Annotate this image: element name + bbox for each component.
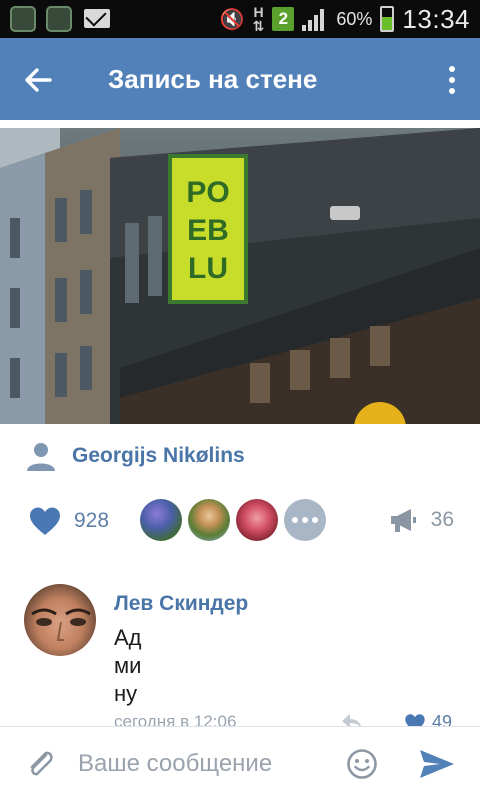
network-type-indicator: H ⇅ [252,4,265,34]
battery-percent: 60% [336,8,373,29]
battery-level [382,16,393,30]
post-actions: 928 36 [0,496,480,544]
sign-text-line: PO [186,176,229,209]
arrow-back-icon [25,68,52,92]
battery-icon [380,6,395,32]
sign-text-line: EB [187,214,229,247]
like-button[interactable]: 928 [28,506,109,536]
liker-avatar[interactable] [188,499,230,541]
commenter-avatar[interactable] [24,584,96,656]
repost-button[interactable]: 36 [389,506,454,534]
status-bar: 🔇 H ⇅ 2 60% 13:34 [0,0,480,38]
comment-text: Ад ми ну [114,624,174,708]
photo-illustration: PO EB LU [0,128,480,424]
comment-text-line: ну [114,681,138,706]
app-notification-icon [10,6,36,32]
more-horiz-icon [292,517,298,523]
commenter-name[interactable]: Лев Скиндер [114,592,248,616]
comment-like-button[interactable]: 49 [404,712,452,726]
app-toolbar: Запись на стене [0,38,480,120]
like-count: 928 [74,509,110,532]
author-name: Georgijs Nikølins [72,444,245,467]
sim-badge: 2 [272,7,295,31]
mute-icon: 🔇 [219,8,245,31]
repost-count: 36 [430,508,454,531]
back-button[interactable] [16,58,60,102]
send-icon[interactable] [418,747,456,781]
mail-icon [84,9,110,28]
app-notification-icon [46,6,72,32]
liker-avatar[interactable] [140,499,182,541]
comment-like-count: 49 [432,712,453,726]
comment: Лев Скиндер Ад ми ну сегодня в 12:06 49 [0,584,480,726]
message-composer [0,726,480,800]
post-author[interactable]: Georgijs Nikølins [24,440,245,472]
sign-text-line: LU [188,252,228,285]
paperclip-icon[interactable] [24,747,58,781]
comment-text-line: ми [114,653,142,678]
more-likers-button[interactable] [284,499,326,541]
comment-text-line: Ад [114,625,142,650]
post-photo[interactable]: PO EB LU [0,128,480,424]
signal-icon [302,7,328,31]
clock: 13:34 [402,3,470,34]
heart-icon [30,507,60,535]
comment-timestamp: сегодня в 12:06 [114,712,237,726]
message-input[interactable] [78,743,328,785]
liker-avatar[interactable] [236,499,278,541]
more-options-button[interactable] [442,58,462,102]
face-photo [31,608,91,641]
megaphone-icon [390,509,416,532]
person-icon [27,443,55,471]
page-title: Запись на стене [108,64,318,94]
more-vert-icon [449,66,455,72]
emoji-icon[interactable] [346,748,378,780]
reply-icon[interactable] [340,712,364,726]
heart-icon [405,713,425,726]
